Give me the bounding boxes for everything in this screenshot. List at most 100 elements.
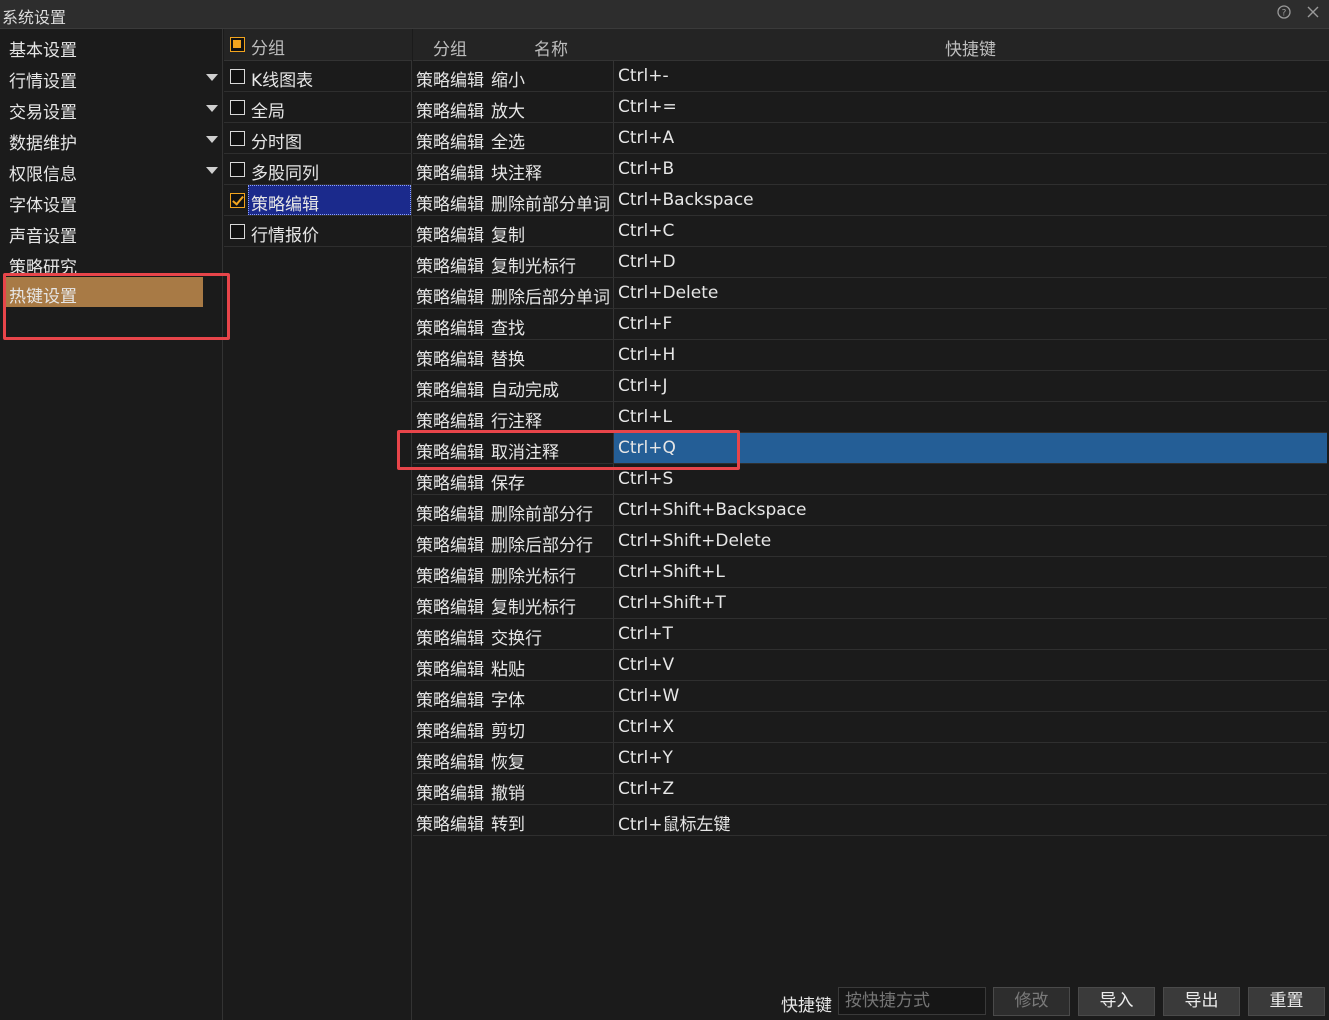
cell-hotkey: Ctrl+B bbox=[618, 159, 675, 179]
question-circle-icon[interactable]: ? bbox=[1275, 5, 1293, 23]
group-checkbox[interactable] bbox=[230, 193, 245, 208]
nav-item-trade-settings[interactable]: 交易设置 bbox=[0, 93, 222, 124]
cell-name: 转到 bbox=[491, 815, 525, 835]
nav-item-label: 字体设置 bbox=[9, 196, 77, 216]
column-divider bbox=[613, 557, 614, 587]
nav-item-data-maintenance[interactable]: 数据维护 bbox=[0, 124, 222, 155]
table-row[interactable]: 策略编辑 交换行 Ctrl+T bbox=[413, 619, 1327, 650]
cell-hotkey: Ctrl+A bbox=[618, 128, 675, 148]
nav-item-sound-settings[interactable]: 声音设置 bbox=[0, 217, 222, 248]
table-row[interactable]: 策略编辑 复制 Ctrl+C bbox=[413, 216, 1327, 247]
hotkey-table: 分组 名称 快捷键 策略编辑 缩小 Ctrl+- 策略编辑 放大 Ctrl+= 策略编辑 全选… bbox=[413, 29, 1329, 1020]
group-item[interactable]: 全局 bbox=[224, 92, 412, 123]
cell-group: 策略编辑 bbox=[416, 350, 484, 370]
cell-group: 策略编辑 bbox=[416, 722, 484, 742]
table-row[interactable]: 策略编辑 删除后部分行 Ctrl+Shift+Delete bbox=[413, 526, 1327, 557]
column-divider bbox=[613, 805, 614, 835]
column-divider bbox=[613, 61, 614, 91]
table-row[interactable]: 策略编辑 删除前部分单词 Ctrl+Backspace bbox=[413, 185, 1327, 216]
group-item[interactable]: 行情报价 bbox=[224, 216, 412, 247]
cell-group: 策略编辑 bbox=[416, 536, 484, 556]
bottom-toolbar: 快捷键 修改 导入 导出 重置 bbox=[413, 984, 1329, 1020]
group-item[interactable]: K线图表 bbox=[224, 61, 412, 92]
cell-hotkey: Ctrl+Shift+Delete bbox=[618, 531, 772, 551]
table-row[interactable]: 策略编辑 查找 Ctrl+F bbox=[413, 309, 1327, 340]
cell-hotkey: Ctrl+Z bbox=[618, 779, 675, 799]
table-row[interactable]: 策略编辑 放大 Ctrl+= bbox=[413, 92, 1327, 123]
column-header-hotkey[interactable]: 快捷键 bbox=[945, 35, 996, 60]
group-item-label: 多股同列 bbox=[251, 164, 319, 184]
table-row[interactable]: 策略编辑 恢复 Ctrl+Y bbox=[413, 743, 1327, 774]
table-row[interactable]: 策略编辑 删除光标行 Ctrl+Shift+L bbox=[413, 557, 1327, 588]
hotkey-input[interactable] bbox=[838, 987, 986, 1015]
cell-name: 替换 bbox=[491, 350, 525, 370]
table-row[interactable]: 策略编辑 缩小 Ctrl+- bbox=[413, 61, 1327, 92]
table-row[interactable]: 策略编辑 自动完成 Ctrl+J bbox=[413, 371, 1327, 402]
export-button[interactable]: 导出 bbox=[1163, 987, 1240, 1016]
nav-item-basic-settings[interactable]: 基本设置 bbox=[0, 31, 222, 62]
group-item-selected[interactable]: 策略编辑 bbox=[224, 185, 412, 216]
expand-arrow-icon[interactable] bbox=[206, 105, 218, 112]
import-button[interactable]: 导入 bbox=[1078, 987, 1155, 1016]
table-row[interactable]: 策略编辑 剪切 Ctrl+X bbox=[413, 712, 1327, 743]
table-row[interactable]: 策略编辑 粘贴 Ctrl+V bbox=[413, 650, 1327, 681]
column-divider bbox=[613, 743, 614, 773]
table-row[interactable]: 策略编辑 替换 Ctrl+H bbox=[413, 340, 1327, 371]
column-header-name[interactable]: 名称 bbox=[534, 35, 568, 60]
cell-name: 缩小 bbox=[491, 71, 525, 91]
group-checkbox[interactable] bbox=[230, 69, 245, 84]
table-row[interactable]: 策略编辑 转到 Ctrl+鼠标左键 bbox=[413, 805, 1327, 836]
cell-group: 策略编辑 bbox=[416, 598, 484, 618]
cell-name: 查找 bbox=[491, 319, 525, 339]
group-checkbox[interactable] bbox=[230, 162, 245, 177]
expand-arrow-icon[interactable] bbox=[206, 136, 218, 143]
group-checkbox[interactable] bbox=[230, 100, 245, 115]
cell-name: 删除前部分单词 bbox=[491, 195, 610, 215]
reset-button[interactable]: 重置 bbox=[1248, 987, 1325, 1016]
cell-name: 撤销 bbox=[491, 784, 525, 804]
close-icon[interactable] bbox=[1304, 5, 1322, 23]
group-checkbox[interactable] bbox=[230, 131, 245, 146]
column-header-group[interactable]: 分组 bbox=[433, 35, 467, 60]
cell-group: 策略编辑 bbox=[416, 226, 484, 246]
group-item[interactable]: 多股同列 bbox=[224, 154, 412, 185]
group-item-label: 分时图 bbox=[251, 133, 302, 153]
cell-name: 保存 bbox=[491, 474, 525, 494]
nav-item-font-settings[interactable]: 字体设置 bbox=[0, 186, 222, 217]
cell-name: 放大 bbox=[491, 102, 525, 122]
cell-group: 策略编辑 bbox=[416, 691, 484, 711]
modify-button[interactable]: 修改 bbox=[993, 987, 1070, 1016]
group-item[interactable]: 分时图 bbox=[224, 123, 412, 154]
table-row[interactable]: 策略编辑 删除后部分单词 Ctrl+Delete bbox=[413, 278, 1327, 309]
settings-nav: 基本设置 行情设置 交易设置 数据维护 权限信息 字体设置 声音设置 策略研究 … bbox=[0, 29, 223, 1020]
cell-group: 策略编辑 bbox=[416, 288, 484, 308]
cell-hotkey: Ctrl+W bbox=[618, 686, 680, 706]
table-row[interactable]: 策略编辑 字体 Ctrl+W bbox=[413, 681, 1327, 712]
table-row[interactable]: 策略编辑 块注释 Ctrl+B bbox=[413, 154, 1327, 185]
cell-name: 复制 bbox=[491, 226, 525, 246]
cell-group: 策略编辑 bbox=[416, 660, 484, 680]
table-row[interactable]: 策略编辑 复制光标行 Ctrl+Shift+T bbox=[413, 588, 1327, 619]
expand-arrow-icon[interactable] bbox=[206, 167, 218, 174]
table-row[interactable]: 策略编辑 复制光标行 Ctrl+D bbox=[413, 247, 1327, 278]
cell-hotkey: Ctrl+Shift+L bbox=[618, 562, 725, 582]
table-row[interactable]: 策略编辑 删除前部分行 Ctrl+Shift+Backspace bbox=[413, 495, 1327, 526]
table-row[interactable]: 策略编辑 行注释 Ctrl+L bbox=[413, 402, 1327, 433]
cell-name: 交换行 bbox=[491, 629, 542, 649]
expand-arrow-icon[interactable] bbox=[206, 74, 218, 81]
cell-group: 策略编辑 bbox=[416, 629, 484, 649]
select-all-checkbox[interactable] bbox=[230, 37, 245, 52]
nav-item-permission-info[interactable]: 权限信息 bbox=[0, 155, 222, 186]
nav-item-label: 基本设置 bbox=[9, 41, 77, 61]
column-divider bbox=[613, 123, 614, 153]
group-checkbox[interactable] bbox=[230, 224, 245, 239]
table-row[interactable]: 策略编辑 全选 Ctrl+A bbox=[413, 123, 1327, 154]
table-row[interactable]: 策略编辑 撤销 Ctrl+Z bbox=[413, 774, 1327, 805]
cell-name: 全选 bbox=[491, 133, 525, 153]
cell-hotkey: Ctrl+S bbox=[618, 469, 674, 489]
table-header: 分组 名称 快捷键 bbox=[413, 29, 1329, 61]
nav-item-label: 声音设置 bbox=[9, 227, 77, 247]
nav-item-market-settings[interactable]: 行情设置 bbox=[0, 62, 222, 93]
cell-group: 策略编辑 bbox=[416, 164, 484, 184]
cell-hotkey: Ctrl+J bbox=[618, 376, 668, 396]
